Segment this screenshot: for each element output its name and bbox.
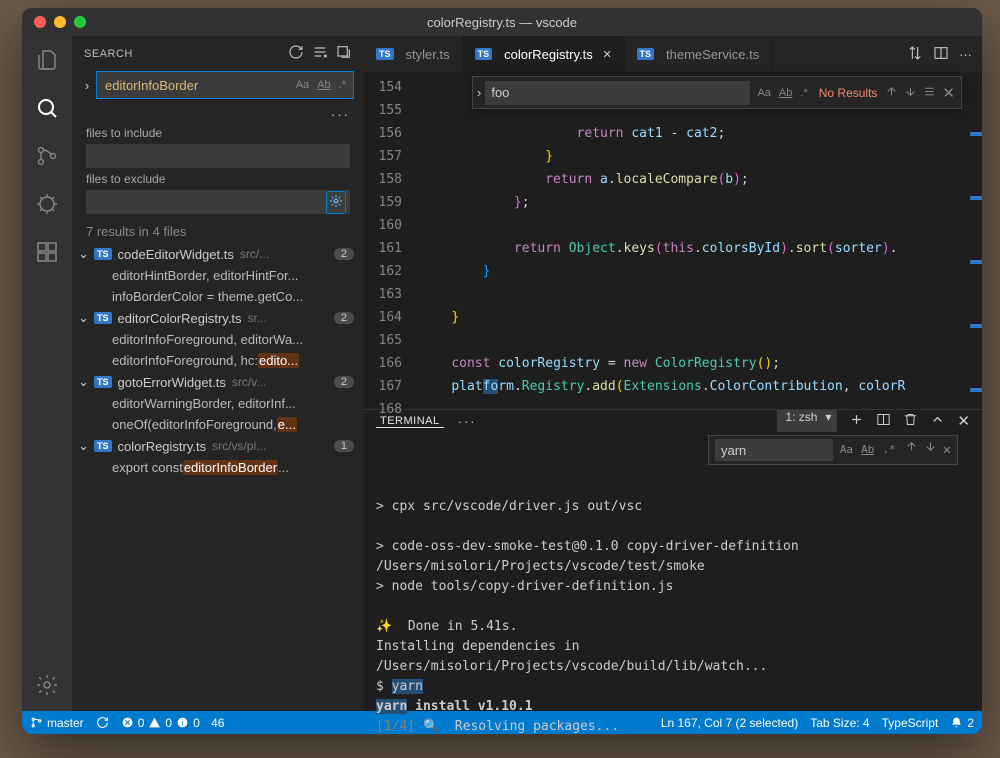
search-result-file[interactable]: ⌄TScolorRegistry.tssrc/vs/pl...1 (72, 435, 364, 457)
search-input-box: Aa Ab .* (96, 71, 354, 99)
terminal-find-input[interactable] (715, 439, 833, 461)
editor-area: TSstyler.tsTScolorRegistry.ts×TSthemeSer… (364, 36, 982, 711)
editor-find-widget: › Aa Ab .* No Results ✕ (472, 76, 962, 109)
activity-bar (22, 36, 72, 711)
source-control-icon[interactable] (33, 142, 61, 170)
results-summary: 7 results in 4 files (72, 214, 364, 243)
editor-tab[interactable]: TScolorRegistry.ts× (463, 36, 625, 72)
toggle-replace-icon[interactable]: › (477, 85, 481, 100)
toggle-replace-icon[interactable]: › (78, 78, 96, 93)
files-exclude-input[interactable] (86, 190, 350, 214)
use-exclude-settings-icon[interactable] (326, 191, 346, 214)
regex-icon[interactable]: .* (879, 438, 898, 462)
close-find-icon[interactable]: ✕ (942, 84, 955, 102)
split-editor-icon[interactable] (933, 45, 949, 64)
panel-more-icon[interactable]: ··· (458, 414, 477, 429)
line-gutter: 1541551561571581591601611621631641651661… (364, 72, 420, 409)
kill-terminal-icon[interactable] (903, 412, 918, 430)
search-result-file[interactable]: ⌄TScodeEditorWidget.tssrc/...2 (72, 243, 364, 265)
compare-icon[interactable] (907, 45, 923, 64)
next-match-icon[interactable] (904, 85, 917, 101)
close-tab-icon[interactable]: × (603, 46, 612, 63)
search-icon[interactable] (33, 94, 61, 122)
find-in-selection-icon[interactable] (923, 85, 936, 101)
whole-word-icon[interactable]: Ab (858, 438, 877, 462)
editor-body[interactable]: 1541551561571581591601611621631641651661… (364, 72, 982, 409)
new-terminal-icon[interactable] (849, 412, 864, 430)
find-input[interactable] (485, 81, 750, 105)
explorer-icon[interactable] (33, 46, 61, 74)
editor-tabs: TSstyler.tsTScolorRegistry.ts×TSthemeSer… (364, 36, 982, 72)
refresh-icon[interactable] (288, 44, 304, 63)
terminal-select[interactable]: 1: zsh▾ (777, 410, 837, 432)
window-title: colorRegistry.ts — vscode (22, 15, 982, 30)
terminal-panel: TERMINAL ··· 1: zsh▾ ✕ Aa (364, 409, 982, 711)
find-status: No Results (819, 86, 878, 100)
toggle-search-details-icon[interactable]: ··· (72, 105, 364, 122)
search-result-match[interactable]: infoBorderColor = theme.getCo... (72, 286, 364, 307)
maximize-panel-icon[interactable] (930, 412, 945, 430)
prev-match-icon[interactable] (885, 85, 898, 101)
regex-icon[interactable]: .* (797, 85, 810, 101)
match-case-icon[interactable]: Aa (837, 438, 856, 462)
debug-icon[interactable] (33, 190, 61, 218)
close-panel-icon[interactable]: ✕ (957, 412, 970, 430)
sidebar-heading: SEARCH (84, 48, 288, 60)
search-result-match[interactable]: editorInfoForeground, hc: edito... (72, 350, 364, 371)
minimap[interactable] (970, 72, 982, 409)
extensions-icon[interactable] (33, 238, 61, 266)
whole-word-icon[interactable]: Ab (314, 77, 333, 93)
search-result-match[interactable]: oneOf(editorInfoForeground, e... (72, 414, 364, 435)
titlebar: colorRegistry.ts — vscode (22, 8, 982, 36)
sync-item[interactable] (96, 716, 109, 729)
match-case-icon[interactable]: Aa (754, 85, 773, 101)
search-result-match[interactable]: editorHintBorder, editorHintFor... (72, 265, 364, 286)
files-include-input[interactable] (86, 144, 350, 168)
editor-tab[interactable]: TSthemeService.ts (625, 36, 773, 72)
search-result-match[interactable]: editorInfoForeground, editorWa... (72, 329, 364, 350)
files-include-label: files to include (86, 126, 350, 140)
match-case-icon[interactable]: Aa (293, 77, 312, 93)
terminal-content[interactable]: Aa Ab .* ✕ > cpx src/vscode/driver.js ou… (364, 433, 982, 734)
terminal-find-widget: Aa Ab .* ✕ (708, 435, 958, 465)
split-terminal-icon[interactable] (876, 412, 891, 430)
search-result-file[interactable]: ⌄TSeditorColorRegistry.tssr...2 (72, 307, 364, 329)
search-result-match[interactable]: editorWarningBorder, editorInf... (72, 393, 364, 414)
vscode-window: colorRegistry.ts — vscode SEARCH (22, 8, 982, 734)
close-find-icon[interactable]: ✕ (943, 440, 951, 460)
search-result-match[interactable]: export const editorInfoBorder ... (72, 457, 364, 478)
problems-item[interactable]: 0 0 i0 46 (121, 716, 225, 730)
files-exclude-label: files to exclude (86, 172, 350, 186)
search-sidebar: SEARCH › Aa Ab .* ··· (72, 36, 364, 711)
search-result-file[interactable]: ⌄TSgotoErrorWidget.tssrc/v...2 (72, 371, 364, 393)
regex-icon[interactable]: .* (336, 77, 349, 93)
search-input[interactable] (101, 78, 293, 93)
search-results-tree: ⌄TScodeEditorWidget.tssrc/...2editorHint… (72, 243, 364, 711)
settings-gear-icon[interactable] (33, 671, 61, 699)
git-branch-item[interactable]: master (30, 716, 84, 730)
more-actions-icon[interactable]: ··· (959, 47, 972, 62)
prev-match-icon[interactable] (905, 440, 918, 460)
next-match-icon[interactable] (924, 440, 937, 460)
collapse-results-icon[interactable] (336, 44, 352, 63)
editor-tab[interactable]: TSstyler.ts (364, 36, 463, 72)
code-content[interactable]: return cat1 - cat2; } return a.localeCom… (420, 72, 982, 409)
whole-word-icon[interactable]: Ab (776, 85, 795, 101)
clear-search-icon[interactable] (312, 44, 328, 63)
